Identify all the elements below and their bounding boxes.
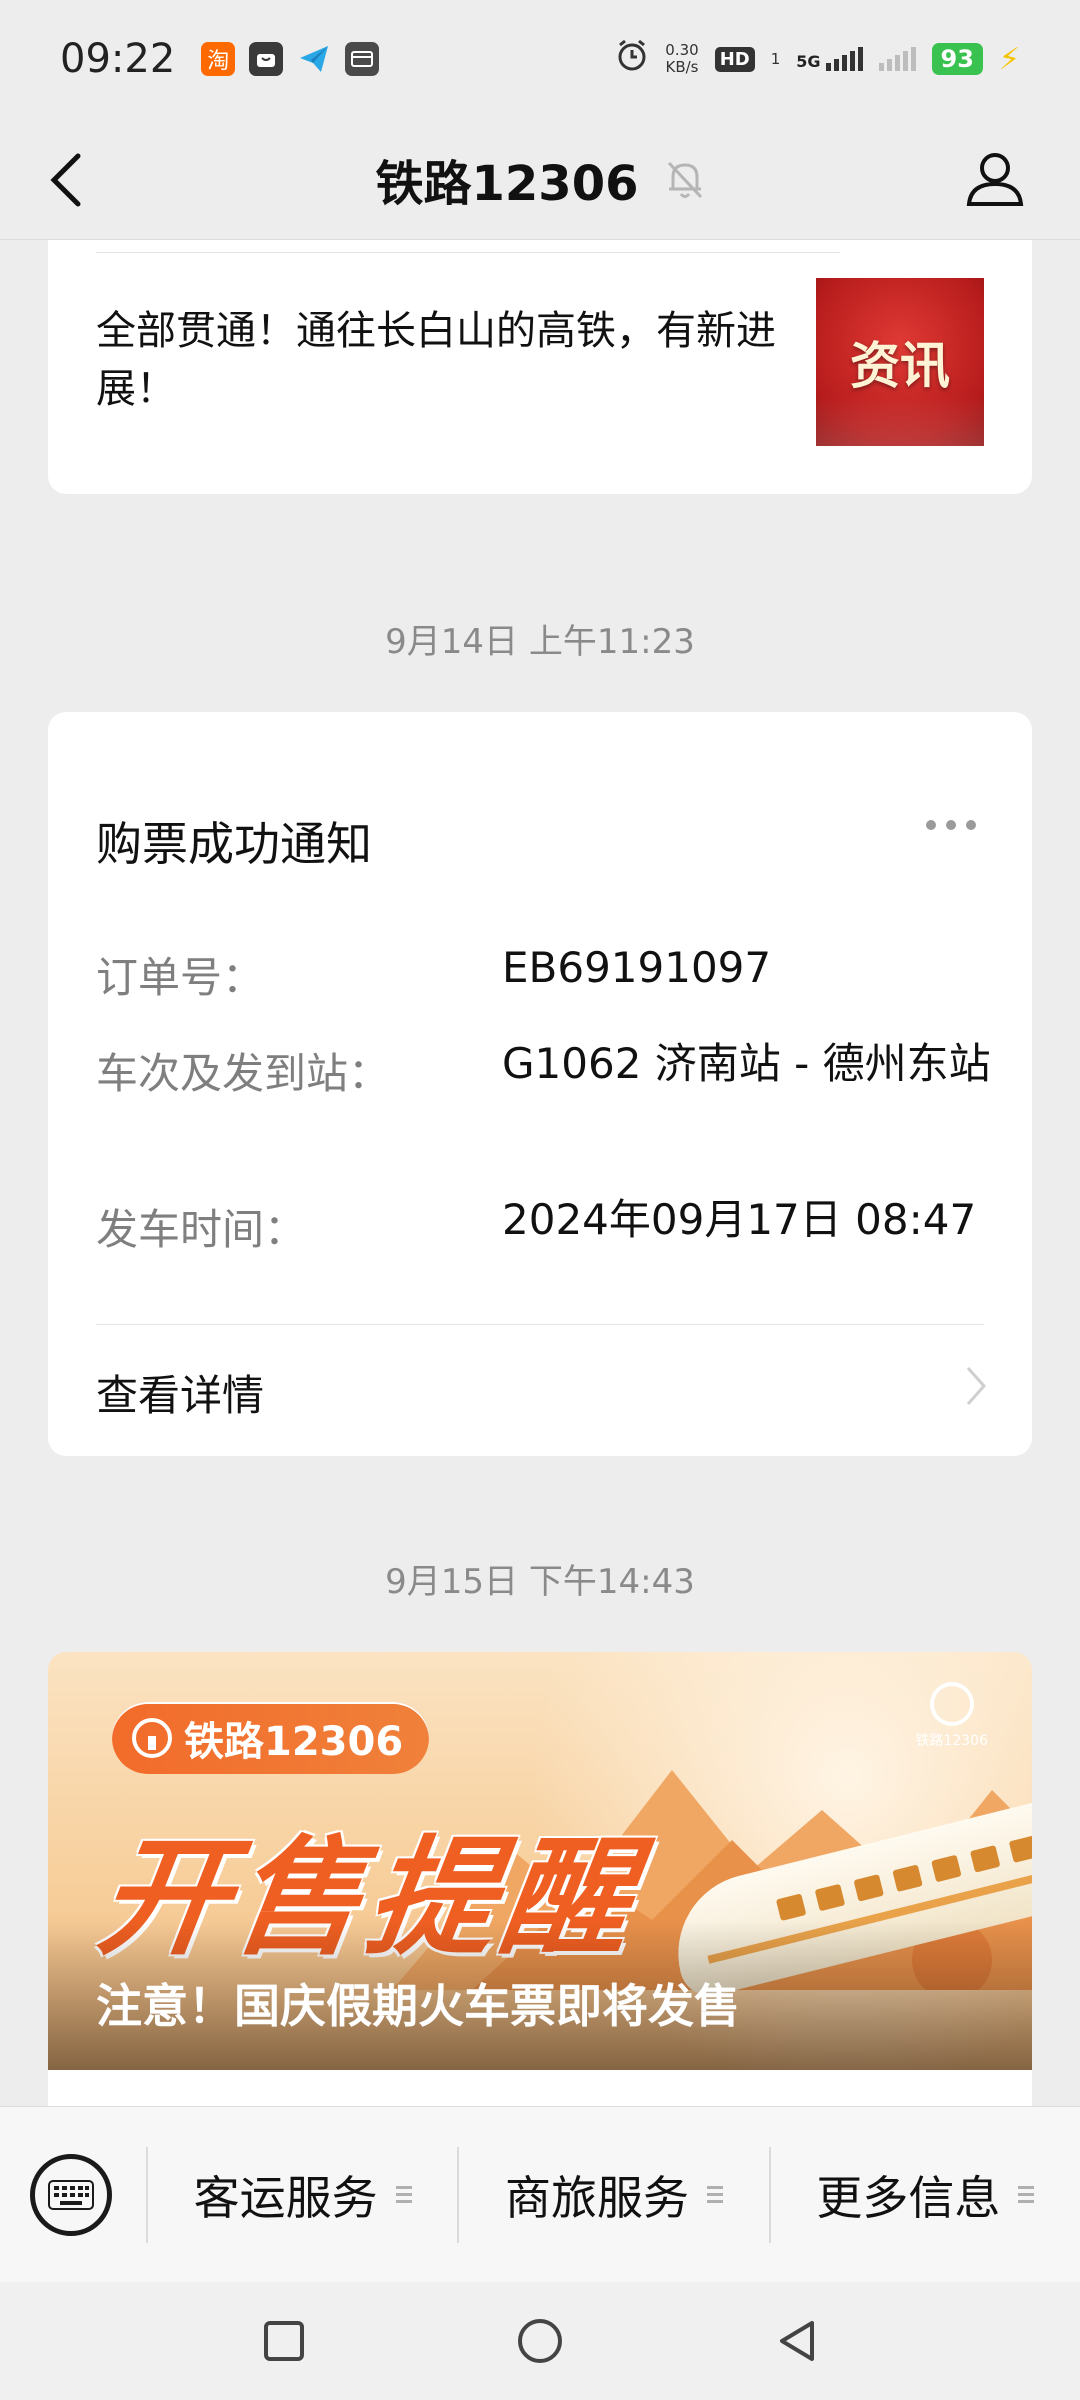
network-speed-unit: KB/s (665, 58, 699, 76)
network-type-label: 5G (796, 52, 821, 71)
sale-reminder-banner[interactable]: 铁路12306 铁路12306 开售提醒 注意！国庆假期火车票即将发售 (48, 1652, 1032, 2070)
chat-header: 铁路12306 (0, 118, 1080, 240)
chevron-left-icon (50, 153, 81, 207)
order-number-value: EB69191097 (502, 943, 772, 992)
menu-passenger-service[interactable]: 客运服务 (146, 2146, 457, 2243)
system-navigation-bar (0, 2282, 1080, 2400)
paper-plane-notification-icon (297, 42, 331, 76)
divider (96, 1324, 984, 1325)
article-title: 全部贯通！通往长白山的高铁，有新进展！ (96, 308, 776, 412)
hd-sim-index: 1 (770, 49, 781, 68)
network-speed-value: 0.30 (665, 41, 699, 59)
chevron-right-icon (966, 1367, 987, 1405)
railway-logo-icon (929, 1682, 974, 1726)
departure-time-label: 发车时间： (96, 1205, 307, 1254)
more-options-icon[interactable] (926, 820, 976, 830)
home-icon[interactable] (516, 2317, 564, 2365)
menu-label: 商旅服务 (504, 2170, 689, 2225)
keyboard-toggle-button[interactable] (30, 2153, 112, 2236)
menu-business-service[interactable]: 商旅服务 (457, 2146, 768, 2243)
hd-voice-badge: HD (714, 46, 755, 72)
submenu-icon (395, 2186, 412, 2203)
thumbnail-rails-decoration (816, 396, 984, 446)
back-button[interactable] (48, 140, 108, 220)
menu-label: 客运服务 (193, 2170, 378, 2225)
signal-5g-icon: 5G (796, 47, 863, 71)
charging-icon: ⚡ (998, 41, 1020, 77)
status-bar: 09:22 淘 0.30 KB/s HD 1 5G 93 ⚡ (0, 0, 1080, 118)
bag-notification-icon (249, 42, 284, 76)
message-timestamp: 9月15日 下午14:43 (385, 1562, 695, 1602)
muted-bell-icon (665, 157, 705, 201)
banner-caption: 注意！国庆假期火车票即将发售 (96, 1979, 740, 2033)
menu-more-info[interactable]: 更多信息 (768, 2146, 1080, 2243)
corner-logo: 铁路12306 (915, 1682, 988, 1750)
signal-sim2-icon (878, 47, 916, 71)
menu-label: 更多信息 (816, 2170, 1001, 2225)
page-title: 铁路12306 (375, 155, 639, 212)
profile-button[interactable] (960, 138, 1030, 218)
train-station-label: 车次及发到站： (96, 1049, 391, 1098)
ticket-notification-card[interactable]: 购票成功通知 订单号： EB69191097 车次及发到站： G1062 济南站… (48, 712, 1032, 1456)
ticket-card-title: 购票成功通知 (96, 817, 372, 871)
banner-card-footer (48, 2070, 1032, 2110)
alarm-icon (615, 37, 649, 81)
thumbnail-label: 资讯 (850, 336, 950, 395)
recents-icon[interactable] (262, 2319, 306, 2363)
brand-pill-label: 铁路12306 (184, 1719, 404, 1765)
divider (96, 252, 840, 253)
status-time: 09:22 (60, 36, 176, 82)
user-icon (966, 153, 1024, 206)
message-timestamp: 9月14日 上午11:23 (385, 622, 695, 662)
brand-pill: 铁路12306 (112, 1702, 430, 1774)
view-details-link[interactable]: 查看详情 (96, 1362, 264, 1423)
departure-time-value: 2024年09月17日 08:47 (502, 1195, 977, 1244)
railway-logo-icon (132, 1718, 172, 1758)
corner-logo-label: 铁路12306 (915, 1733, 988, 1749)
network-speed: 0.30 KB/s (665, 42, 698, 76)
article-thumbnail: 资讯 (816, 278, 984, 446)
train-station-value: G1062 济南站 - 德州东站 (502, 1039, 991, 1088)
card-notification-icon (345, 42, 380, 76)
article-card[interactable]: 全部贯通！通往长白山的高铁，有新进展！ 资讯 (48, 240, 1032, 494)
submenu-icon (706, 2186, 723, 2203)
keyboard-icon (48, 2179, 94, 2210)
taobao-notification-icon: 淘 (201, 42, 236, 76)
submenu-icon (1018, 2186, 1035, 2203)
service-menu-bar: 客运服务 商旅服务 更多信息 (0, 2106, 1080, 2282)
battery-icon: 93 (931, 43, 983, 75)
back-triangle-icon[interactable] (774, 2317, 818, 2365)
order-number-label: 订单号： (96, 953, 265, 1002)
